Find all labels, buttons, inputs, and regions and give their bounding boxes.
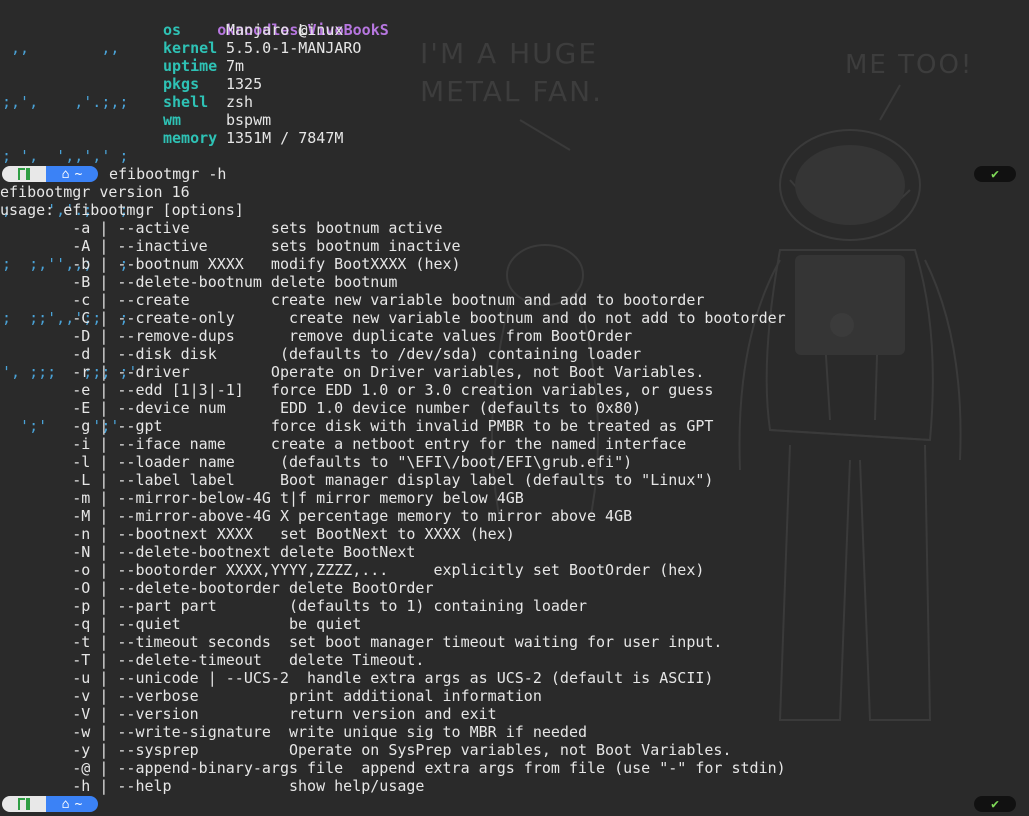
directory-label: ~ bbox=[74, 166, 83, 182]
manjaro-icon bbox=[2, 796, 46, 812]
option-line: -u | --unicode | --UCS-2 handle extra ar… bbox=[0, 669, 714, 687]
option-line: -c | --create create new variable bootnu… bbox=[0, 291, 705, 309]
info-row-wm: wm bspwm bbox=[163, 111, 389, 129]
option-line: -v | --verbose print additional informat… bbox=[0, 687, 542, 705]
option-line: -E | --device num EDD 1.0 device number … bbox=[0, 399, 642, 417]
manjaro-icon bbox=[2, 166, 46, 182]
option-line: -@ | --append-binary-args file append ex… bbox=[0, 759, 786, 777]
option-line: -C | --create-only create new variable b… bbox=[0, 309, 786, 327]
info-value: 1351M / 7847M bbox=[226, 129, 344, 147]
option-line: -B | --delete-bootnum delete bootnum bbox=[0, 273, 398, 291]
prompt-directory: ⌂ ~ bbox=[46, 166, 98, 182]
info-value: Manjaro Linux bbox=[226, 21, 344, 39]
option-line: -a | --active sets bootnum active bbox=[0, 219, 443, 237]
exit-status-badge: ✔ bbox=[974, 166, 1016, 182]
shell-prompt: ⌂ ~ efibootmgr -h bbox=[2, 165, 226, 183]
wallpaper-speech-2: ME TOO! bbox=[845, 50, 974, 80]
info-value: 5.5.0-1-MANJARO bbox=[226, 39, 362, 57]
option-line: -O | --delete-bootorder delete BootOrder bbox=[0, 579, 434, 597]
directory-label: ~ bbox=[74, 796, 83, 812]
home-icon: ⌂ bbox=[61, 796, 70, 812]
exit-status-badge: ✔ bbox=[974, 796, 1016, 812]
option-line: -D | --remove-dups remove duplicate valu… bbox=[0, 327, 633, 345]
option-line: -r | --driver Operate on Driver variable… bbox=[0, 363, 705, 381]
option-line: -V | --version return version and exit bbox=[0, 705, 497, 723]
option-line: -T | --delete-timeout delete Timeout. bbox=[0, 651, 425, 669]
option-line: -t | --timeout seconds set boot manager … bbox=[0, 633, 723, 651]
option-line: -g | --gpt force disk with invalid PMBR … bbox=[0, 417, 714, 435]
info-key: wm bbox=[163, 111, 182, 129]
home-icon: ⌂ bbox=[61, 166, 70, 182]
option-line: -b | --bootnum XXXX modify BootXXXX (hex… bbox=[0, 255, 461, 273]
option-line: -y | --sysprep Operate on SysPrep variab… bbox=[0, 741, 732, 759]
option-line: -L | --label label Boot manager display … bbox=[0, 471, 714, 489]
logo-line: ;,', ,'.;,; bbox=[2, 93, 129, 111]
info-key: os bbox=[163, 21, 182, 39]
info-row-shell: shell zsh bbox=[163, 93, 389, 111]
info-row-uptime: uptime 7m bbox=[163, 57, 389, 75]
option-line: -e | --edd [1|3|-1] force EDD 1.0 or 3.0… bbox=[0, 381, 714, 399]
info-value: bspwm bbox=[226, 111, 272, 129]
check-icon: ✔ bbox=[991, 796, 999, 812]
option-line: -o | --bootorder XXXX,YYYY,ZZZZ,... expl… bbox=[0, 561, 705, 579]
info-row-pkgs: pkgs 1325 bbox=[163, 75, 389, 93]
option-line: -w | --write-signature write unique sig … bbox=[0, 723, 587, 741]
system-info: oknoodles@VivoBookS os Manjaro Linux kern… bbox=[163, 3, 389, 147]
info-value: 7m bbox=[226, 57, 245, 75]
info-key: kernel bbox=[163, 39, 218, 57]
shell-prompt-active[interactable]: ⌂ ~ bbox=[2, 795, 98, 813]
info-key: pkgs bbox=[163, 75, 200, 93]
option-line: -h | --help show help/usage bbox=[0, 777, 425, 795]
option-line: -N | --delete-bootnext delete BootNext bbox=[0, 543, 416, 561]
option-line: -d | --disk disk (defaults to /dev/sda) … bbox=[0, 345, 642, 363]
option-line: -A | --inactive sets bootnum inactive bbox=[0, 237, 461, 255]
logo-line: ; ', ',,',' ; bbox=[2, 147, 129, 165]
option-line: -l | --loader name (defaults to "\EFI\/b… bbox=[0, 453, 633, 471]
info-row-memory: memory 1351M / 7847M bbox=[163, 129, 389, 147]
output-usage: usage: efibootmgr [options] bbox=[0, 201, 244, 219]
check-icon: ✔ bbox=[991, 166, 999, 182]
info-row-kernel: kernel 5.5.0-1-MANJARO bbox=[163, 39, 389, 57]
option-line: -M | --mirror-above-4G X percentage memo… bbox=[0, 507, 633, 525]
wallpaper-speech-1: I'M A HUGE METAL FAN. bbox=[420, 37, 603, 108]
option-line: -m | --mirror-below-4G t|f mirror memory… bbox=[0, 489, 524, 507]
command-text: efibootmgr -h bbox=[109, 165, 227, 183]
terminal-window[interactable]: I'M A HUGE METAL FAN. ME TOO! ,, ,, ;,',… bbox=[0, 0, 1029, 816]
prompt-directory: ⌂ ~ bbox=[46, 796, 98, 812]
info-value: zsh bbox=[226, 93, 254, 111]
info-key: memory bbox=[163, 129, 218, 147]
option-line: -p | --part part (defaults to 1) contain… bbox=[0, 597, 587, 615]
output-version: efibootmgr version 16 bbox=[0, 183, 190, 201]
info-key: uptime bbox=[163, 57, 218, 75]
info-key: shell bbox=[163, 93, 209, 111]
option-line: -q | --quiet be quiet bbox=[0, 615, 362, 633]
option-line: -i | --iface name create a netboot entry… bbox=[0, 435, 687, 453]
logo-line: ,, ,, bbox=[2, 39, 138, 57]
user-host: oknoodles@VivoBookS bbox=[163, 3, 389, 39]
option-line: -n | --bootnext XXXX set BootNext to XXX… bbox=[0, 525, 515, 543]
info-value: 1325 bbox=[226, 75, 263, 93]
